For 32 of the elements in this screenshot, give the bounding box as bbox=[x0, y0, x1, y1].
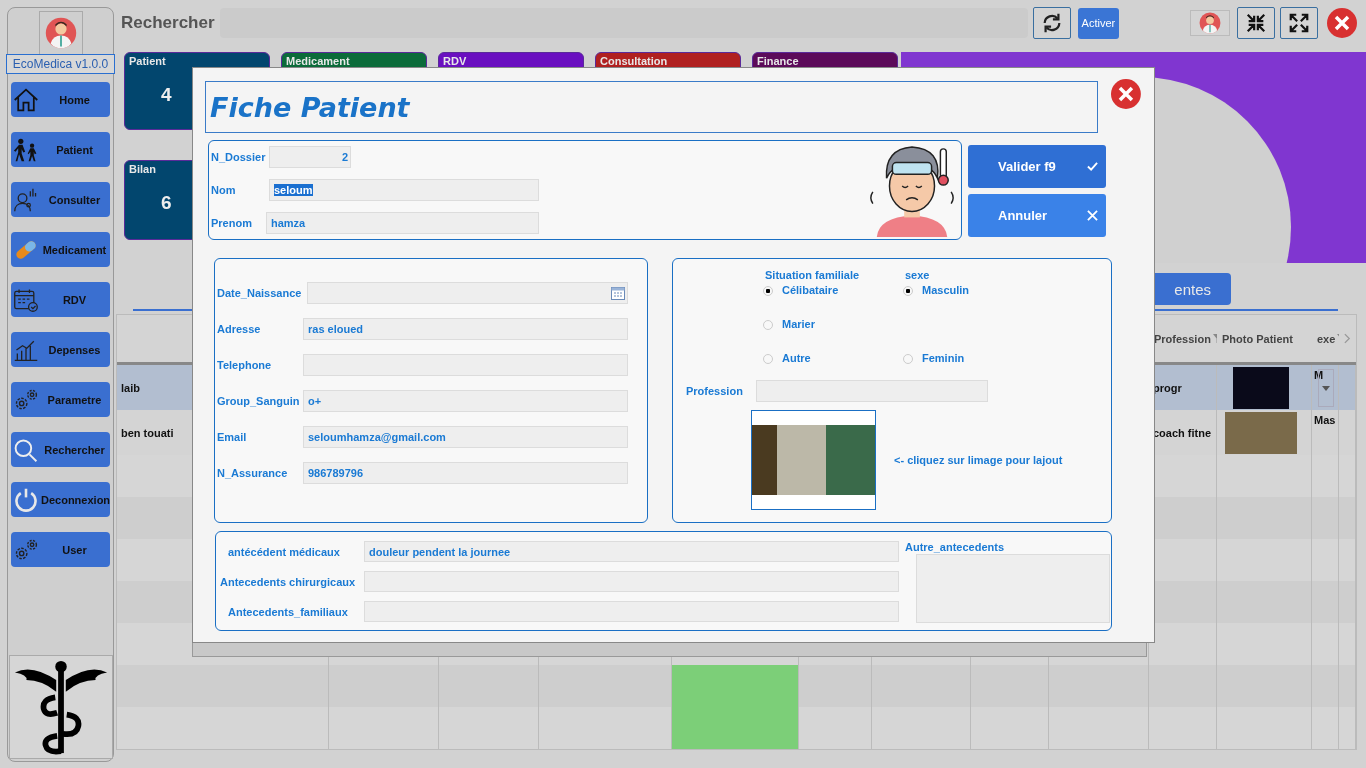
group-label: sexe bbox=[905, 269, 931, 281]
field-label: Profession bbox=[686, 385, 743, 397]
table-cell: Mas bbox=[1314, 414, 1336, 426]
field-label: Telephone bbox=[217, 359, 272, 371]
field-label: Email bbox=[217, 431, 247, 443]
field-label: Prenom bbox=[211, 217, 253, 229]
tile-label: RDV bbox=[443, 55, 468, 68]
field-label: antécédent médicaux bbox=[227, 545, 341, 558]
table-cell: laib bbox=[121, 381, 140, 394]
hint-text: <- cliquez sur limage pour lajout bbox=[894, 454, 1063, 466]
tile-label: Finance bbox=[757, 55, 800, 68]
field-label: Nom bbox=[211, 184, 237, 196]
tile-label: Consultation bbox=[600, 55, 669, 68]
tile-label: Bilan bbox=[129, 163, 157, 176]
tile-label: Medicament bbox=[286, 55, 351, 68]
field-label: N_Dossier bbox=[211, 151, 267, 163]
field-label: Group_Sanguin bbox=[217, 395, 300, 407]
field-label: Antecedents_familiaux bbox=[227, 605, 349, 618]
field-label: Adresse bbox=[217, 323, 261, 335]
field-label: Antecedents chirurgicaux bbox=[220, 575, 357, 588]
tile-value: 4 bbox=[160, 84, 172, 106]
app-version: EcoMedica v1.0.0 bbox=[6, 54, 115, 74]
field-label: Date_Naissance bbox=[217, 287, 302, 299]
table-cell: ben touati bbox=[121, 426, 174, 439]
page-title: Rechercher bbox=[121, 12, 215, 34]
field-label: Autre_antecedents bbox=[905, 541, 1006, 553]
table-cell: coach fitne bbox=[1153, 426, 1212, 439]
group-label: Situation familiale bbox=[765, 269, 861, 281]
dialog-title: Fiche Patient bbox=[210, 91, 410, 123]
tile-label: Patient bbox=[129, 55, 167, 68]
tile-value: 6 bbox=[160, 192, 172, 214]
field-label: N_Assurance bbox=[217, 467, 288, 479]
